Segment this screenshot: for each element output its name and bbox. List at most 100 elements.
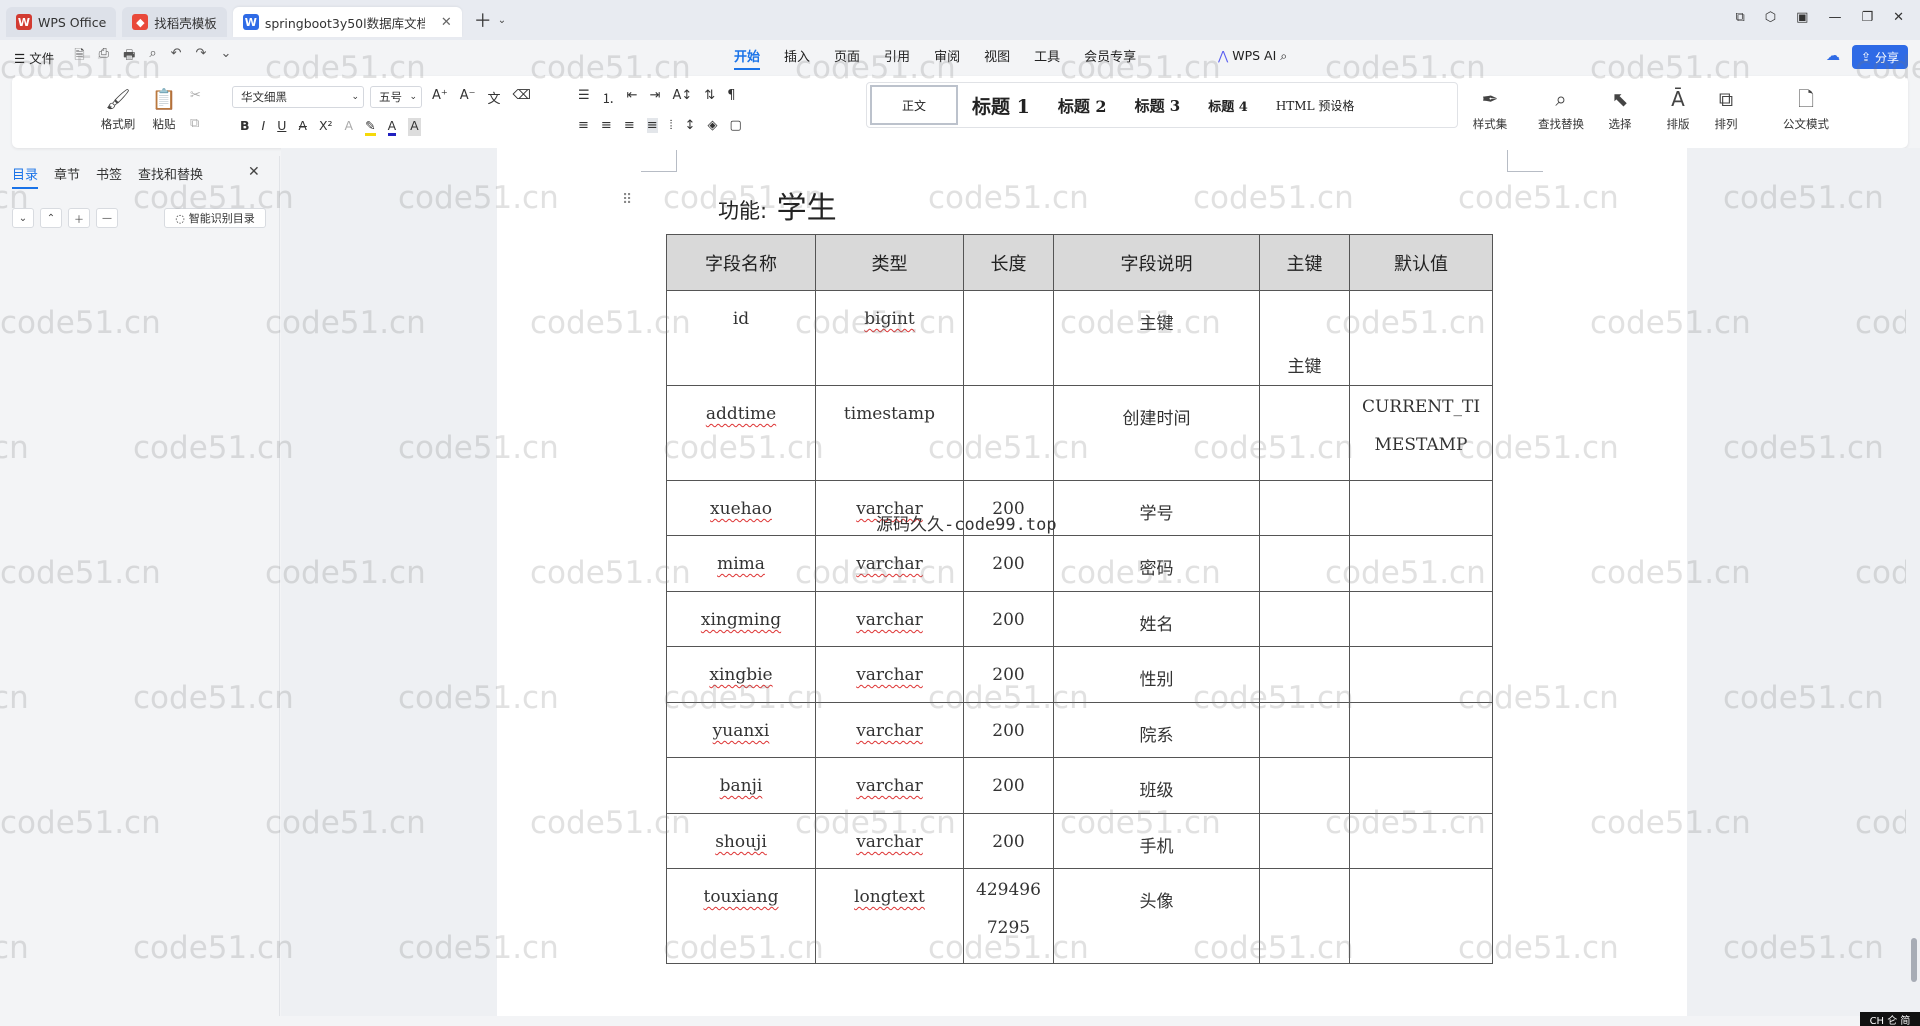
line-spacing-icon[interactable]: ↕	[685, 118, 696, 133]
increase-indent-icon[interactable]: ⇥	[650, 88, 661, 107]
nav-tab-bookmarks[interactable]: 书签	[96, 164, 122, 189]
print-icon[interactable]: 🖶	[123, 46, 135, 68]
phonetic-icon[interactable]: 文	[488, 88, 501, 107]
scrollbar-thumb[interactable]	[1911, 938, 1917, 982]
tab-page[interactable]: 页面	[834, 46, 860, 70]
style-html-pre[interactable]: HTML 预设格	[1262, 85, 1369, 125]
vertical-scrollbar[interactable]	[1906, 148, 1920, 1018]
style-heading-3[interactable]: 标题 3	[1121, 85, 1195, 125]
tab-references[interactable]: 引用	[884, 46, 910, 70]
text-effect-icon[interactable]: A	[345, 118, 354, 136]
drag-handle-icon[interactable]: ⠿	[622, 192, 632, 208]
redo-icon[interactable]: ↷	[196, 46, 207, 68]
highlight-icon[interactable]: ✎	[365, 118, 376, 136]
close-window-icon[interactable]: ✕	[1893, 10, 1904, 25]
borders-icon[interactable]: ▢	[729, 118, 741, 133]
nav-tab-find[interactable]: 查找和替换	[138, 164, 203, 189]
table-row: xingming varchar 200 姓名	[666, 591, 1493, 647]
field-desc: 主键	[1053, 290, 1260, 386]
close-icon[interactable]: ✕	[248, 164, 260, 180]
field-default	[1349, 480, 1493, 536]
underline-icon[interactable]: U	[277, 118, 286, 136]
distribute-icon[interactable]: ⦙	[670, 118, 673, 133]
minimize-icon[interactable]: —	[1828, 10, 1841, 25]
smart-toc-button[interactable]: ◌ 智能识别目录	[164, 208, 266, 228]
layout-button[interactable]: Ā 排版	[1656, 84, 1700, 132]
add-icon[interactable]: ＋	[68, 208, 90, 228]
cube-icon[interactable]: ⬡	[1765, 10, 1776, 25]
superscript-icon[interactable]: X²	[319, 118, 333, 136]
arrange-button[interactable]: ⧉ 排列	[1704, 84, 1748, 132]
print-preview-icon[interactable]: ⌕	[149, 46, 156, 68]
font-color-icon[interactable]: A	[387, 118, 397, 136]
nav-tab-toc[interactable]: 目录	[12, 164, 39, 189]
tab-document[interactable]: W springboot3y50l数据库文档 ✕	[232, 7, 462, 37]
tab-close-icon[interactable]: ✕	[441, 15, 452, 30]
search-icon[interactable]: ⌕	[1280, 48, 1287, 63]
shrink-font-icon[interactable]: A⁻	[460, 88, 476, 107]
nav-tab-sections[interactable]: 章节	[54, 164, 80, 189]
font-name-select[interactable]: 华文细黑 ⌄	[232, 86, 364, 108]
bold-icon[interactable]: B	[240, 118, 250, 136]
restore-layout-icon[interactable]: ⧉	[1735, 10, 1744, 25]
search-icon: ⌕	[1555, 87, 1567, 111]
copy-icon[interactable]: ⧉	[190, 116, 199, 131]
paragraph-row-2: ≡ ≡ ≡ ≡ ⦙ ↕ ◈ ▢	[578, 118, 742, 133]
tab-tools[interactable]: 工具	[1034, 46, 1060, 70]
cut-icon[interactable]: ✂	[190, 88, 201, 103]
find-replace-button[interactable]: ⌕ 查找替换	[1530, 84, 1592, 132]
tab-dropdown-icon[interactable]: ⌄	[498, 15, 506, 26]
select-button[interactable]: ⬉ 选择	[1598, 84, 1642, 132]
nav-tabs: 目录 章节 书签 查找和替换	[12, 164, 203, 189]
remove-icon[interactable]: —	[96, 208, 118, 228]
clear-format-icon[interactable]: ⌫	[513, 88, 531, 107]
italic-icon[interactable]: I	[262, 118, 266, 136]
official-mode-button[interactable]: 🗋 公文模式	[1774, 84, 1838, 132]
tab-membership[interactable]: 会员专享	[1084, 46, 1136, 70]
tab-docer[interactable]: ◆ 找稻壳模板	[122, 7, 227, 37]
chevron-up-icon[interactable]: ⌃	[40, 208, 62, 228]
cloud-upload-icon[interactable]: ☁	[1826, 48, 1840, 64]
style-heading-2[interactable]: 标题 2	[1044, 85, 1121, 125]
align-center-icon[interactable]: ≡	[601, 118, 612, 133]
tab-insert[interactable]: 插入	[784, 46, 810, 70]
style-normal[interactable]: 正文	[870, 85, 958, 125]
format-painter-button[interactable]: 🖌 格式刷	[96, 84, 140, 132]
align-right-icon[interactable]: ≡	[624, 118, 635, 133]
show-marks-icon[interactable]: ¶	[727, 88, 735, 107]
tab-home[interactable]: 开始	[734, 46, 761, 70]
tab-wps-office[interactable]: W WPS Office	[6, 7, 117, 37]
wps-ai-button[interactable]: ⋀ WPS AI ⌕	[1218, 48, 1287, 64]
style-heading-4[interactable]: 标题 4	[1194, 85, 1262, 125]
paste-button[interactable]: 📋 粘贴	[142, 84, 186, 132]
save-icon[interactable]: 🗎	[74, 46, 84, 68]
bullet-list-icon[interactable]: ☰	[578, 88, 590, 107]
customize-icon[interactable]: ⌄	[220, 46, 231, 68]
tab-view[interactable]: 视图	[984, 46, 1010, 70]
tab-review[interactable]: 审阅	[934, 46, 960, 70]
style-set-button[interactable]: ✒ 样式集	[1462, 84, 1518, 132]
field-desc: 手机	[1053, 813, 1260, 869]
char-shading-icon[interactable]: A	[408, 118, 421, 136]
align-left-icon[interactable]: ≡	[578, 118, 589, 133]
numbered-list-icon[interactable]: ⒈	[602, 88, 615, 107]
field-table[interactable]: 字段名称 类型 长度 字段说明 主键 默认值 id bigint 主键 主键 a…	[666, 234, 1493, 964]
text-direction-icon[interactable]: A↕	[672, 88, 692, 107]
sort-icon[interactable]: ⇅	[704, 88, 715, 107]
maximize-icon[interactable]: ❐	[1861, 10, 1873, 25]
strikethrough-icon[interactable]: A̶	[298, 118, 307, 136]
decrease-indent-icon[interactable]: ⇤	[627, 88, 638, 107]
shading-icon[interactable]: ◈	[707, 118, 717, 133]
style-heading-1[interactable]: 标题 1	[958, 85, 1044, 125]
share-button[interactable]: ⇪ 分享	[1852, 45, 1908, 69]
avatar[interactable]: ▣	[1796, 10, 1808, 25]
justify-icon[interactable]: ≡	[646, 118, 658, 133]
grow-font-icon[interactable]: A⁺	[432, 88, 448, 107]
field-pk	[1259, 868, 1350, 964]
export-pdf-icon[interactable]: ⎙	[99, 46, 109, 68]
chevron-down-icon[interactable]: ⌄	[12, 208, 34, 228]
font-size-select[interactable]: 五号 ⌄	[370, 86, 422, 108]
file-menu[interactable]: ☰ 文件	[14, 48, 54, 67]
new-tab-icon[interactable]: ＋	[474, 7, 492, 33]
undo-icon[interactable]: ↶	[171, 46, 182, 68]
